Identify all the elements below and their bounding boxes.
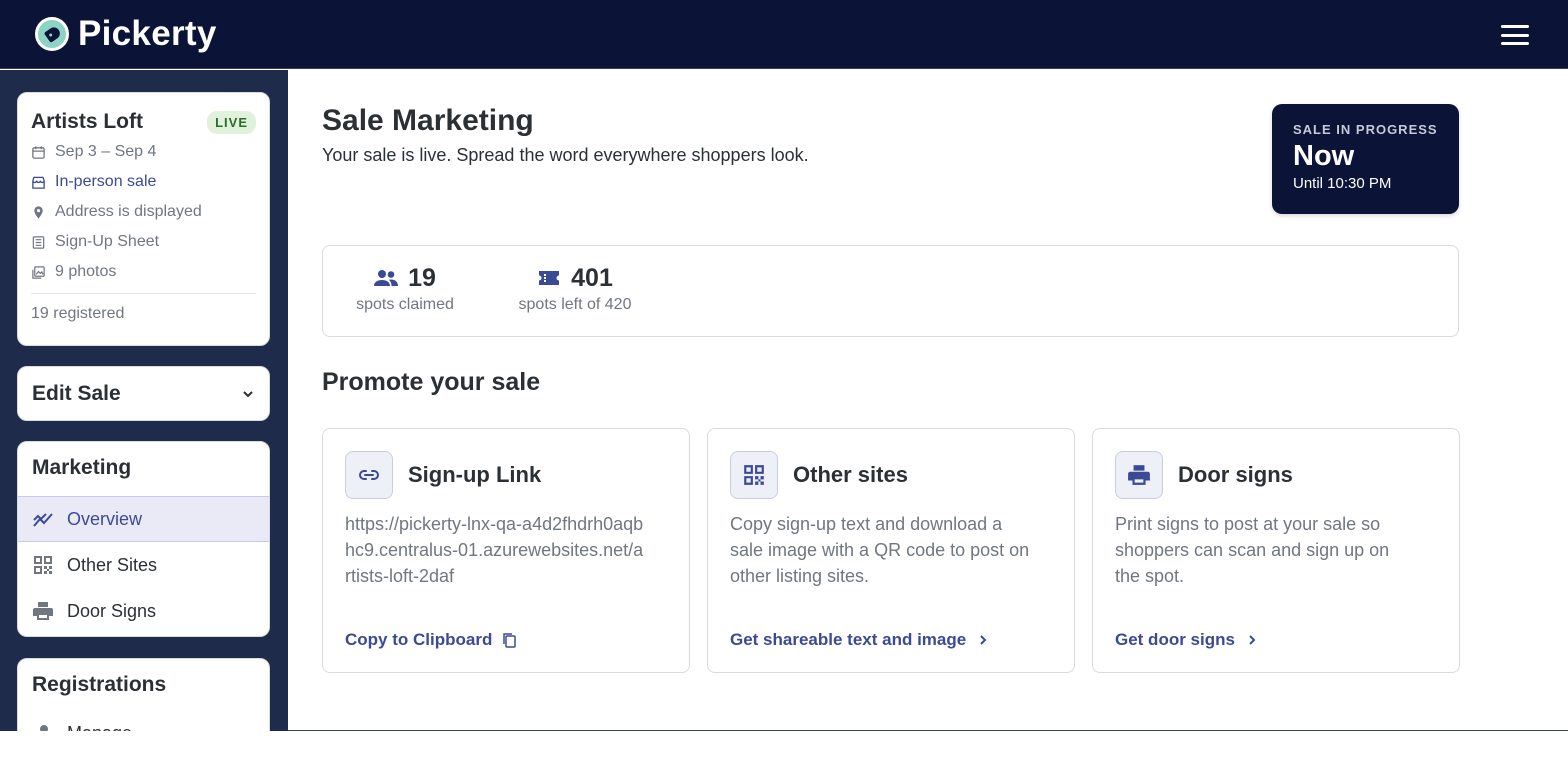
page-subtitle: Your sale is live. Spread the word every…: [322, 145, 809, 165]
footer-blank: [0, 731, 1568, 783]
sale-summary-card: Artists Loft LIVE Sep 3 – Sep 4 In-perso…: [17, 92, 270, 346]
card-description: Copy sign-up text and download a sale im…: [730, 514, 1030, 586]
icon-box: [1115, 451, 1163, 499]
stats-panel: 19 spots claimed 401 spots left of 420: [322, 245, 1459, 337]
sidebar-item-other-sites[interactable]: Other Sites: [18, 542, 269, 588]
storefront-icon: [32, 176, 45, 189]
edit-sale-dropdown[interactable]: Edit Sale: [17, 366, 270, 421]
ticket-icon: [539, 271, 560, 285]
edit-sale-label: Edit Sale: [32, 381, 121, 405]
progress-value: Now: [1293, 140, 1355, 172]
other-sites-card: Other sites Copy sign-up text and downlo…: [707, 428, 1075, 673]
sale-photos: 9 photos: [31, 257, 256, 287]
card-title: Sign-up Link: [408, 462, 542, 487]
photos-icon: [32, 265, 45, 279]
stat-value: 401: [571, 263, 613, 292]
sidebar-item-manage[interactable]: Manage: [18, 713, 269, 731]
stat-spots-left: 401 spots left of 420: [513, 264, 637, 314]
live-status-badge: LIVE: [207, 110, 256, 134]
copy-to-clipboard-button[interactable]: Copy to Clipboard: [345, 630, 517, 650]
sale-dates: Sep 3 – Sep 4: [31, 137, 256, 167]
printer-icon: [33, 602, 53, 620]
progress-label: SALE IN PROGRESS: [1293, 122, 1438, 137]
icon-box: [345, 451, 393, 499]
get-shareable-text-link[interactable]: Get shareable text and image: [730, 630, 991, 650]
sidebar-item-overview[interactable]: Overview: [18, 496, 269, 542]
list-sheet-icon: [32, 235, 45, 249]
registrations-section-title: Registrations: [32, 673, 167, 696]
card-description: Print signs to post at your sale so shop…: [1115, 514, 1390, 586]
copy-icon: [503, 633, 517, 648]
sale-progress-box: SALE IN PROGRESS Now Until 10:30 PM: [1272, 104, 1459, 214]
chevron-down-icon: [243, 390, 253, 397]
hamburger-menu-icon[interactable]: [1501, 25, 1529, 45]
brand[interactable]: Pickerty: [35, 14, 217, 54]
card-title: Other sites: [793, 462, 908, 487]
stat-value: 19: [408, 263, 436, 292]
qr-code-icon: [34, 556, 52, 574]
registered-count: 19 registered: [31, 305, 125, 322]
signup-url-text: https://pickerty-lnx-qa-a4d2fhdrh0aqbhc9…: [345, 514, 644, 586]
registrations-nav-card: Registrations Manage: [17, 658, 270, 731]
stat-label: spots claimed: [356, 296, 454, 313]
signup-link-card: Sign-up Link https://pickerty-lnx-qa-a4d…: [322, 428, 690, 673]
stat-spots-claimed: 19 spots claimed: [349, 264, 461, 314]
sale-name: Artists Loft: [31, 110, 143, 133]
progress-until: Until 10:30 PM: [1293, 175, 1392, 192]
icon-box: [730, 451, 778, 499]
sale-address: Address is displayed: [31, 197, 256, 227]
sale-type: In-person sale: [31, 167, 256, 197]
printer-icon: [1128, 465, 1150, 485]
card-title: Door signs: [1178, 462, 1293, 487]
promote-section-title: Promote your sale: [322, 368, 541, 396]
brand-name: Pickerty: [78, 14, 217, 53]
get-door-signs-link[interactable]: Get door signs: [1115, 630, 1260, 650]
link-icon: [359, 470, 379, 480]
stat-label: spots left of 420: [518, 296, 632, 313]
trend-chart-icon: [33, 513, 53, 527]
qr-code-icon: [744, 465, 764, 485]
people-icon: [374, 270, 399, 286]
calendar-icon: [32, 145, 45, 159]
door-signs-card: Door signs Print signs to post at your s…: [1092, 428, 1460, 673]
chevron-right-icon: [1249, 635, 1256, 645]
sale-signup-sheet: Sign-Up Sheet: [31, 227, 256, 257]
sidebar-item-door-signs[interactable]: Door Signs: [18, 588, 269, 634]
marketing-nav-card: Marketing Overview Other Sites Door Sign…: [17, 441, 270, 637]
top-bar: Pickerty: [0, 0, 1568, 69]
sidebar: Artists Loft LIVE Sep 3 – Sep 4 In-perso…: [0, 70, 288, 731]
marketing-section-title: Marketing: [32, 456, 132, 479]
page-title: Sale Marketing: [322, 104, 534, 137]
person-icon: [40, 725, 48, 731]
main-content: Sale Marketing Your sale is live. Spread…: [288, 70, 1568, 731]
location-pin-icon: [34, 205, 43, 219]
pickerty-logo-icon: [35, 17, 69, 51]
chevron-right-icon: [980, 635, 987, 645]
